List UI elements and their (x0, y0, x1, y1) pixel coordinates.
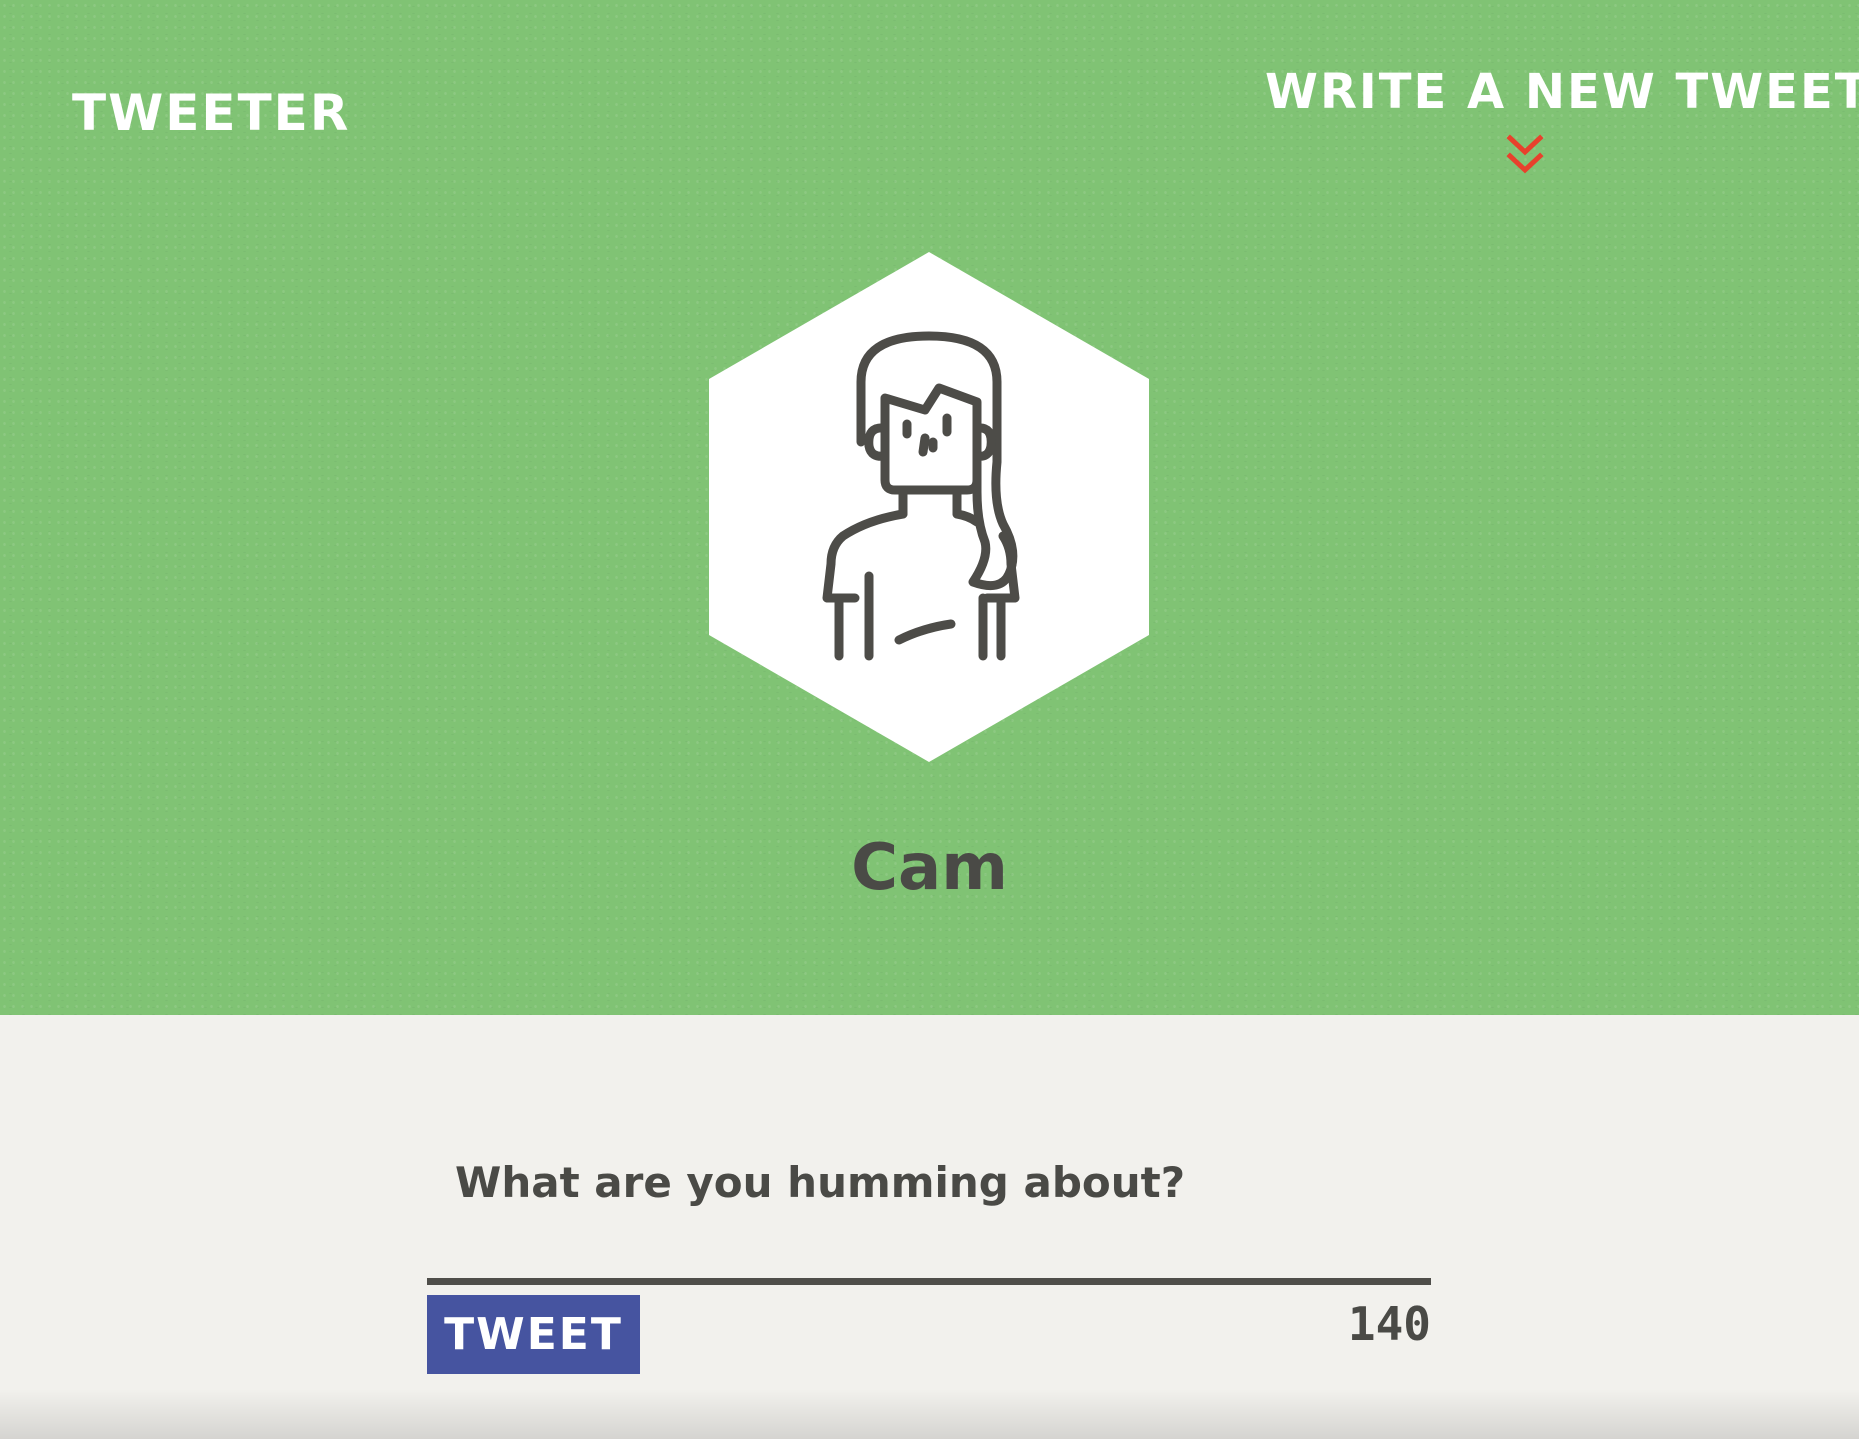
profile-name: Cam (851, 831, 1008, 905)
tweet-composer: Tweet 140 (427, 1130, 1431, 1375)
woman-avatar-icon (709, 252, 1149, 762)
tweet-button[interactable]: Tweet (427, 1295, 640, 1374)
app-logo[interactable]: Tweeter (72, 88, 350, 138)
tweet-input[interactable] (427, 1130, 1431, 1285)
composer-footer: Tweet 140 (427, 1295, 1431, 1375)
bottom-shadow (0, 1389, 1859, 1439)
write-new-tweet-label[interactable]: Write a new tweet (1265, 68, 1859, 116)
double-chevron-down-icon[interactable] (1505, 134, 1545, 176)
page: Tweeter Write a new tweet (0, 0, 1859, 1439)
write-new-tweet-link[interactable]: Write a new tweet (1265, 68, 1859, 176)
avatar (707, 252, 1151, 762)
profile-header: Tweeter Write a new tweet (0, 0, 1859, 1015)
character-counter: 140 (1347, 1297, 1431, 1351)
